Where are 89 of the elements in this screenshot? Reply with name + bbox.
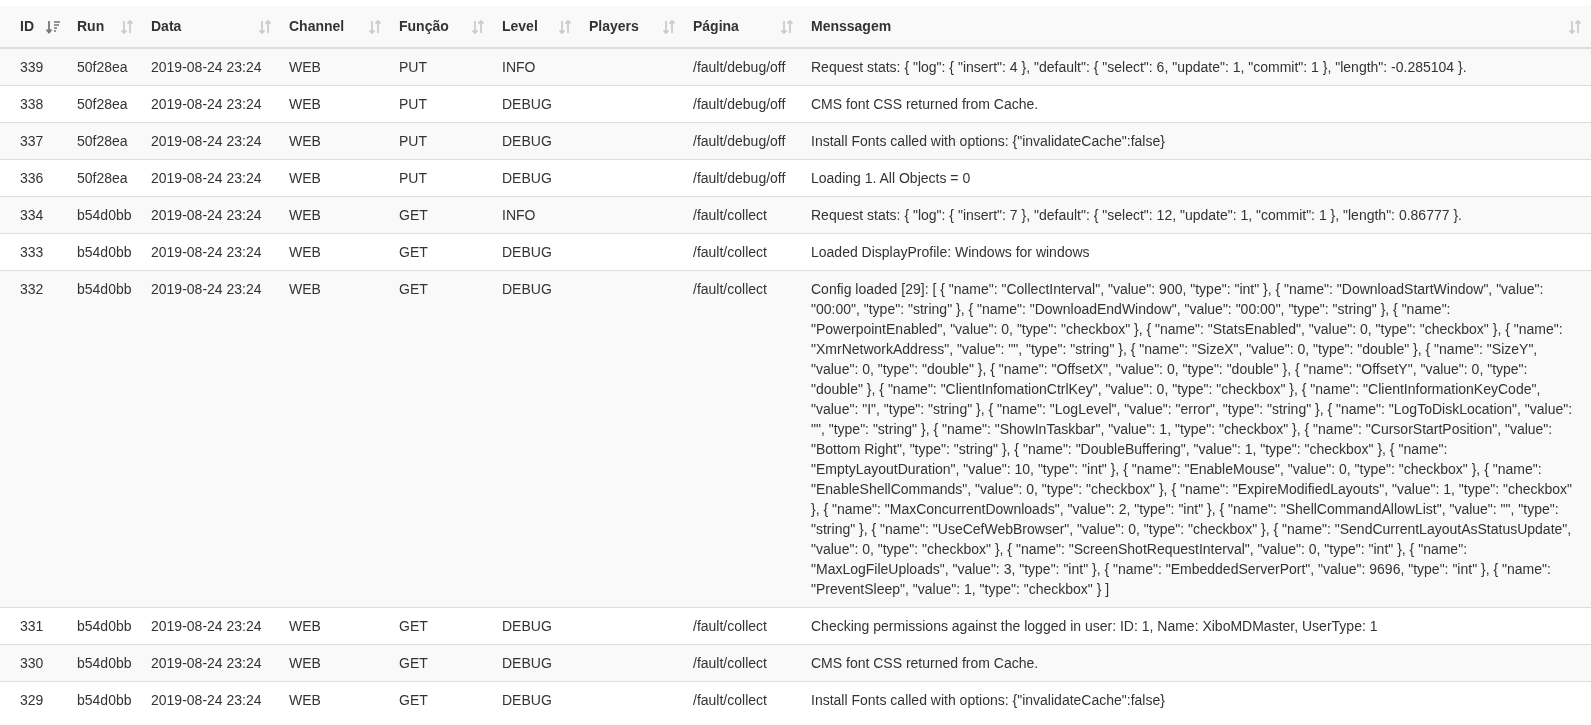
table-cell: 333 xyxy=(20,244,44,260)
table-cell: PUT xyxy=(399,133,427,149)
table-cell: 2019-08-24 23:24 xyxy=(151,244,262,260)
table-cell: 2019-08-24 23:24 xyxy=(151,655,262,671)
column-header[interactable]: Data xyxy=(151,16,182,37)
table-cell: /fault/collect xyxy=(693,244,767,260)
table-cell: /fault/debug/off xyxy=(693,170,786,186)
table-cell: GET xyxy=(399,655,428,671)
table-cell: 2019-08-24 23:24 xyxy=(151,692,262,708)
column-header[interactable]: Menssagem xyxy=(811,16,892,37)
table-cell: b54d0bb xyxy=(77,692,132,708)
table-cell: 338 xyxy=(20,96,44,112)
table-cell: GET xyxy=(399,618,428,634)
table-cell: PUT xyxy=(399,59,427,75)
column-header[interactable]: Função xyxy=(399,16,449,37)
table-cell: /fault/collect xyxy=(693,692,767,708)
table-cell: 2019-08-24 23:24 xyxy=(151,59,262,75)
table-cell: /fault/collect xyxy=(693,207,767,223)
table-cell: 2019-08-24 23:24 xyxy=(151,96,262,112)
table-cell: /fault/collect xyxy=(693,655,767,671)
table-cell: WEB xyxy=(289,59,321,75)
table-cell: WEB xyxy=(289,281,321,297)
table-cell: WEB xyxy=(289,692,321,708)
table-cell: WEB xyxy=(289,207,321,223)
table-cell: GET xyxy=(399,692,428,708)
table-cell: b54d0bb xyxy=(77,618,132,634)
table-cell: GET xyxy=(399,281,428,297)
table-cell: GET xyxy=(399,244,428,260)
table-cell: GET xyxy=(399,207,428,223)
column-header[interactable]: Players xyxy=(589,16,639,37)
table-cell: INFO xyxy=(502,207,536,223)
table-cell: INFO xyxy=(502,59,536,75)
log-message: Checking permissions against the logged in user: ID: 1, Name: XiboMDMaster, UserType: 1 xyxy=(811,618,1378,634)
table-cell: PUT xyxy=(399,170,427,186)
table-cell: DEBUG xyxy=(502,692,552,708)
table-cell: b54d0bb xyxy=(77,655,132,671)
table-cell: 332 xyxy=(20,281,44,297)
table-cell: 337 xyxy=(20,133,44,149)
log-message: Loading 1. All Objects = 0 xyxy=(811,170,971,186)
table-cell: b54d0bb xyxy=(77,244,132,260)
table-cell: 50f28ea xyxy=(77,133,128,149)
table-cell: WEB xyxy=(289,244,321,260)
table-cell: DEBUG xyxy=(502,133,552,149)
column-header[interactable]: Página xyxy=(693,16,739,37)
table-cell: 334 xyxy=(20,207,44,223)
table-cell: DEBUG xyxy=(502,281,552,297)
column-header[interactable]: Level xyxy=(502,16,538,37)
column-header[interactable]: Channel xyxy=(289,16,345,37)
table-cell: 330 xyxy=(20,655,44,671)
table-cell: b54d0bb xyxy=(77,281,132,297)
table-cell: 2019-08-24 23:24 xyxy=(151,207,262,223)
table-cell: 339 xyxy=(20,59,44,75)
table-cell: DEBUG xyxy=(502,170,552,186)
table-cell: 329 xyxy=(20,692,44,708)
table-cell: 331 xyxy=(20,618,44,634)
table-cell: /fault/collect xyxy=(693,281,767,297)
log-message: CMS font CSS returned from Cache. xyxy=(811,96,1039,112)
table-cell: 2019-08-24 23:24 xyxy=(151,618,262,634)
table-cell: PUT xyxy=(399,96,427,112)
log-message: Request stats: { "log": { "insert": 7 }, "default": { "select": 12, "update": 1, "commit": 1 }, "length": 0.86777 }. xyxy=(811,207,1462,223)
table-cell: /fault/debug/off xyxy=(693,96,786,112)
table-cell: 50f28ea xyxy=(77,59,128,75)
log-message: Install Fonts called with options: {"invalidateCache":false} xyxy=(811,133,1165,149)
table-cell: 336 xyxy=(20,170,44,186)
table-cell: DEBUG xyxy=(502,618,552,634)
table-cell: WEB xyxy=(289,96,321,112)
table-cell: 2019-08-24 23:24 xyxy=(151,170,262,186)
table-cell: WEB xyxy=(289,170,321,186)
table-cell: /fault/debug/off xyxy=(693,133,786,149)
table-cell: DEBUG xyxy=(502,96,552,112)
table-cell: 2019-08-24 23:24 xyxy=(151,281,262,297)
log-message: Install Fonts called with options: {"invalidateCache":false} xyxy=(811,692,1165,708)
table-cell: WEB xyxy=(289,618,321,634)
table-cell: /fault/debug/off xyxy=(693,59,786,75)
table-cell: b54d0bb xyxy=(77,207,132,223)
log-message: Request stats: { "log": { "insert": 4 }, "default": { "select": 6, "update": 1, "commit": 1 }, "length": -0.285104 }. xyxy=(811,59,1467,75)
log-message: Loaded DisplayProfile: Windows for windows xyxy=(811,244,1090,260)
table-cell: WEB xyxy=(289,133,321,149)
table-cell: 50f28ea xyxy=(77,96,128,112)
table-cell: 50f28ea xyxy=(77,170,128,186)
column-header[interactable]: Run xyxy=(77,16,105,37)
log-message: CMS font CSS returned from Cache. xyxy=(811,655,1039,671)
table-cell: WEB xyxy=(289,655,321,671)
table-cell: DEBUG xyxy=(502,244,552,260)
log-message: Config loaded [29]: [ { "name": "CollectInterval", "value": 900, "type": "int" }, { "name": "DownloadStartWindow", "value": "00:00", "type": "string" }, { "name": "DownloadEndWindow", "value": "00:00", "type": "string" }, { "name": "PowerpointEnabled", "value": 0, "type": "checkbox" }, { "name": "StatsEnabled", "value": 0, "type": "checkbox" }, { "name": "XmrNetworkAddress", "value": "", "type": "string" }, { "name": "SizeX", "value": 0, "type": "double" }, { "name": "SizeY", "value": 0, "type": "double" }, { "name": "OffsetX", "value": 0, "type": "double" }, { "name": "OffsetY", "value": 0, "type": "double" }, { "name": "ClientInfomationCtrlKey", "value": 0, "type": "checkbox" }, { "name": "ClientInformationKeyCode", "value": "I", "type": "string" }, { "name": "LogLevel", "value": "error", "type": "string" }, { "name": "LogToDiskLocation", "value": "", "type": "string" }, { "name": "ShowInTaskbar", "value": 1, "type": "checkbox" }, { "name": "CursorStartPosition", "value": "Bottom Right", "type": "string" }, { "name": "DoubleBuffering", "value": 1, "type": "checkbox" }, { "name": "EmptyLayoutDuration", "value": 10, "type": "int" }, { "name": "EnableMouse", "value": 0, "type": "checkbox" }, { "name": "EnableShellCommands", "value": 0, "type": "checkbox" }, { "name": "ExpireModifiedLayouts", "value": 1, "type": "checkbox" }, { "name": "MaxConcurrentDownloads", "value": 2, "type": "int" }, { "name": "ShellCommandAllowList", "value": "", "type": "string" }, { "name": "UseCefWebBrowser", "value": 0, "type": "checkbox" }, { "name": "SendCurrentLayoutAsStatusUpdate", "value": 0, "type": "checkbox" }, { "name": "ScreenShotRequestInterval", "value": 0, "type": "int" }, { "name": "MaxLogFileUploads", "value": 3, "type": "int" }, { "name": "EmbeddedServerPort", "value": 9696, "type": "int" }, { "name": "PreventSleep", "value": 1, "type": "checkbox" } ] xyxy=(811,281,1573,597)
table-cell: DEBUG xyxy=(502,655,552,671)
table-cell: /fault/collect xyxy=(693,618,767,634)
table-cell: 2019-08-24 23:24 xyxy=(151,133,262,149)
column-header[interactable]: ID xyxy=(20,16,34,37)
